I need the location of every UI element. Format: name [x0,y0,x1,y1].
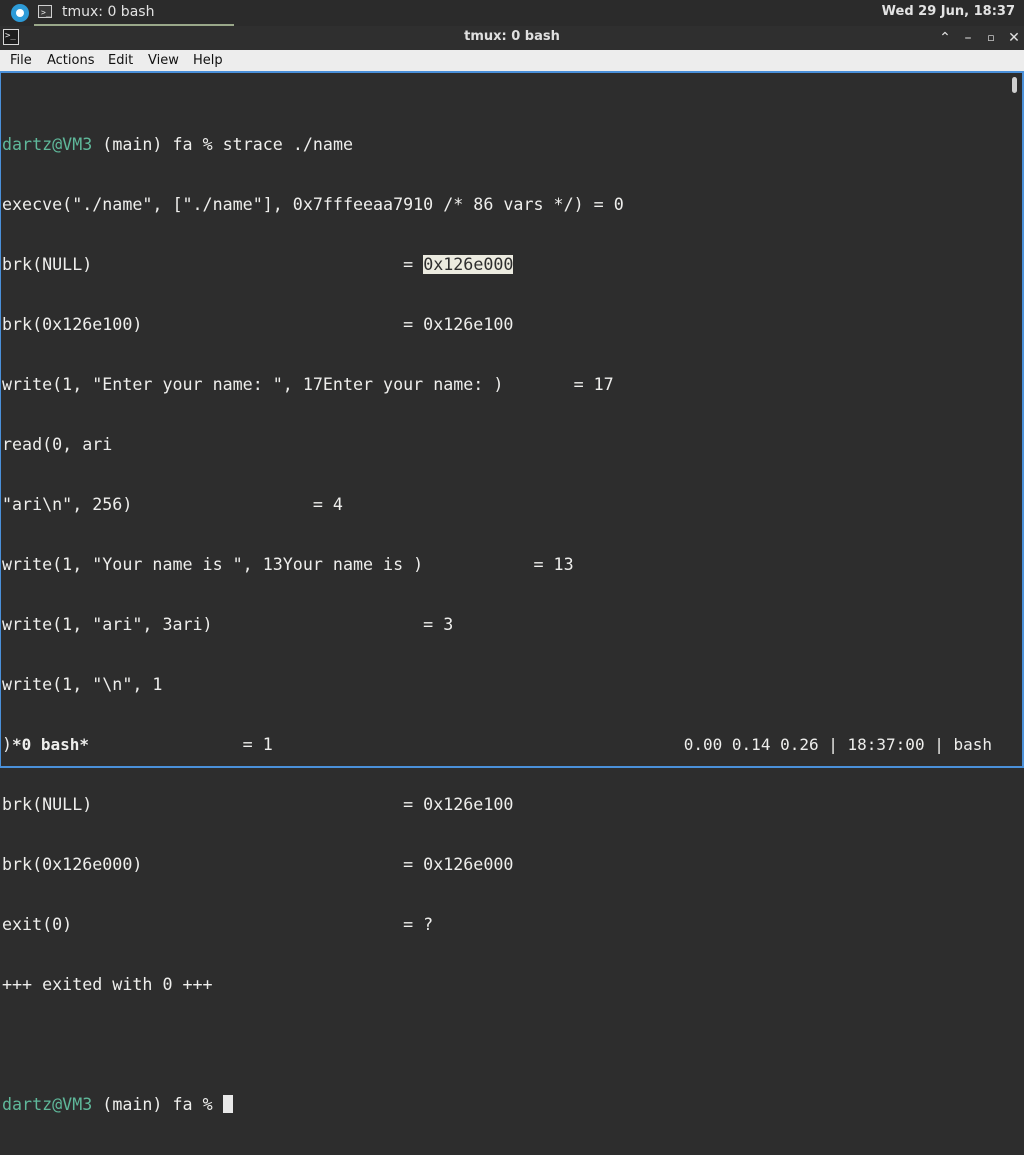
output-line: read(0, ari [2,435,113,454]
close-icon[interactable]: ✕ [1005,28,1023,48]
prompt-path: (main) fa % [92,1095,223,1114]
terminal-icon: >_ [38,5,52,18]
output-line-text: brk(NULL) = [2,255,424,274]
menu-view[interactable]: View [148,53,179,68]
prompt-user-host: dartz@VM3 [2,135,93,154]
output-line: brk(0x126e000) = 0x126e000 [2,855,514,874]
window-title: tmux: 0 bash [464,29,560,44]
prompt-path: (main) fa % [92,135,223,154]
maximize-icon[interactable]: ▫ [982,28,1000,48]
menu-actions[interactable]: Actions [47,53,95,68]
prompt-line: dartz@VM3 (main) fa % strace ./name [2,135,624,155]
menubar: File Actions Edit View Help [0,50,1024,73]
output-line: write(1, "\n", 1 [2,675,163,694]
output-line: ) = 1 [2,735,273,754]
taskbar-item-terminal[interactable]: >_ tmux: 0 bash [34,0,234,26]
output-line-brk-null: brk(NULL) = 0x126e000 [2,255,624,275]
tmux-status-right: 0.00 0.14 0.26 | 18:37:00 | bash [683,735,992,754]
output-line: execve("./name", ["./name"], 0x7fffeeaa7… [2,195,624,214]
output-line: write(1, "Your name is ", 13Your name is… [2,555,574,574]
clock[interactable]: Wed 29 Jun, 18:37 [882,4,1015,19]
output-line: +++ exited with 0 +++ [2,975,213,994]
output-line: "ari\n", 256) = 4 [2,495,343,514]
minimize-icon[interactable]: – [959,28,977,48]
menu-file[interactable]: File [10,53,32,68]
shade-up-icon[interactable]: ⌃ [936,28,954,48]
terminal-output: dartz@VM3 (main) fa % strace ./name exec… [2,95,624,1155]
debian-swirl-icon[interactable] [11,4,29,22]
taskbar-item-label: tmux: 0 bash [62,4,155,20]
selected-text[interactable]: 0x126e000 [423,255,514,274]
command-text: strace ./name [222,135,354,154]
output-line: brk(0x126e100) = 0x126e100 [2,315,514,334]
output-line: write(1, "Enter your name: ", 17Enter yo… [2,375,614,394]
text-cursor [222,1095,233,1113]
menu-edit[interactable]: Edit [108,53,133,68]
top-panel: >_ tmux: 0 bash Wed 29 Jun, 18:37 [0,0,1024,26]
prompt-line: dartz@VM3 (main) fa % [2,1095,624,1115]
prompt-user-host: dartz@VM3 [2,1095,93,1114]
scrollbar[interactable] [1008,73,1022,733]
window-titlebar[interactable]: >_ tmux: 0 bash ⌃ – ▫ ✕ [0,26,1024,50]
menu-help[interactable]: Help [193,53,223,68]
terminal-area[interactable]: dartz@VM3 (main) fa % strace ./name exec… [0,73,1022,1114]
output-line: exit(0) = ? [2,915,434,934]
scrollbar-thumb[interactable] [1012,77,1017,93]
tmux-window-list[interactable]: *0 bash* [12,735,89,754]
output-line: write(1, "ari", 3ari) = 3 [2,615,454,634]
output-line: brk(NULL) = 0x126e100 [2,795,514,814]
window-border [0,73,1,768]
